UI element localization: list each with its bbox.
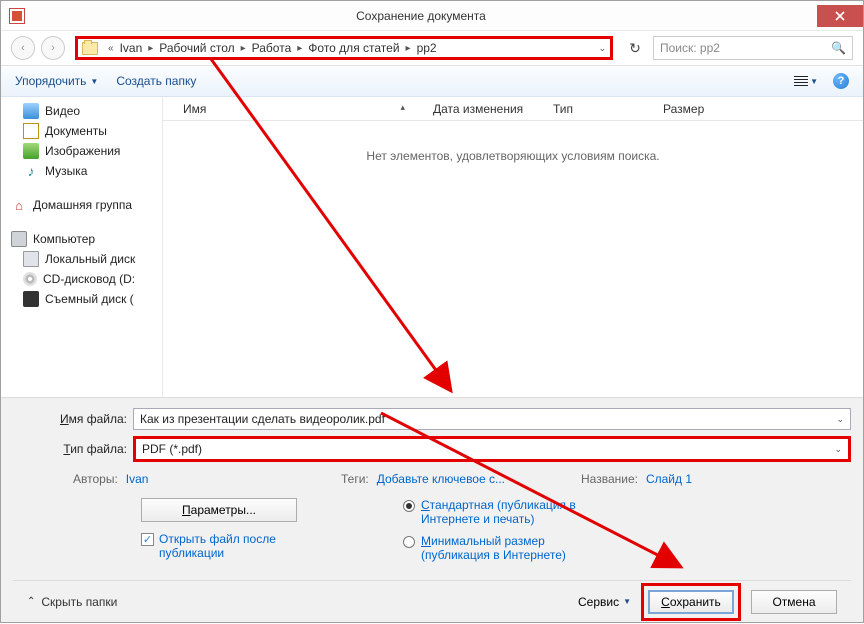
save-button[interactable]: Сохранить (648, 590, 734, 614)
optimize-minimal-radio[interactable] (403, 536, 415, 548)
open-after-label: Открыть файл после публикации (159, 532, 319, 560)
breadcrumb[interactable]: Фото для статей (306, 41, 401, 55)
filename-label: Имя файла: (13, 412, 133, 426)
empty-message: Нет элементов, удовлетворяющих условиям … (163, 121, 863, 163)
chevron-up-icon: ⌃ (27, 596, 35, 607)
organize-menu[interactable]: Упорядочить▼ (15, 74, 98, 88)
sort-icon: ▴ (400, 102, 413, 116)
music-icon: ♪ (23, 163, 39, 179)
open-after-checkbox[interactable]: ✓ (141, 533, 154, 546)
authors-label: Авторы: (73, 472, 118, 486)
chevron-down-icon[interactable]: ⌄ (834, 444, 842, 455)
service-menu[interactable]: Сервис ▼ (578, 595, 631, 609)
help-icon[interactable]: ? (833, 73, 849, 89)
crumb-sep: « (104, 43, 118, 54)
sidebar: Видео Документы Изображения ♪Музыка ⌂Дом… (1, 97, 163, 397)
breadcrumb[interactable]: Рабочий стол (157, 41, 236, 55)
sidebar-item-video[interactable]: Видео (1, 101, 162, 121)
back-button[interactable]: ‹ (11, 36, 35, 60)
image-icon (23, 143, 39, 159)
sidebar-item-cdrom[interactable]: CD-дисковод (D: (1, 269, 162, 289)
video-icon (23, 103, 39, 119)
tags-label: Теги: (341, 472, 369, 486)
tags-value[interactable]: Добавьте ключевое с... (377, 472, 505, 486)
view-mode-button[interactable]: ▼ (789, 73, 823, 89)
new-folder-button[interactable]: Создать папку (116, 74, 196, 88)
column-type[interactable]: Тип (543, 102, 653, 116)
forward-button[interactable]: › (41, 36, 65, 60)
address-dropdown-icon[interactable]: ⌄ (598, 43, 606, 54)
column-size[interactable]: Размер (653, 102, 743, 116)
column-headers: Имя▴ Дата изменения Тип Размер (163, 97, 863, 121)
filetype-select[interactable]: PDF (*.pdf)⌄ (133, 436, 851, 462)
folder-icon (82, 42, 98, 55)
refresh-button[interactable]: ↻ (623, 36, 647, 60)
options-button[interactable]: Параметры... (141, 498, 297, 522)
breadcrumb[interactable]: pp2 (415, 41, 439, 55)
sidebar-item-images[interactable]: Изображения (1, 141, 162, 161)
sidebar-item-documents[interactable]: Документы (1, 121, 162, 141)
sidebar-item-computer[interactable]: Компьютер (1, 229, 162, 249)
disk-icon (23, 251, 39, 267)
computer-icon (11, 231, 27, 247)
column-name[interactable]: Имя▴ (173, 102, 423, 116)
usb-icon (23, 291, 39, 307)
column-date[interactable]: Дата изменения (423, 102, 543, 116)
search-icon: 🔍 (831, 41, 846, 55)
optimize-minimal-label: Минимальный размер (публикация в Интерне… (421, 534, 581, 562)
cancel-button[interactable]: Отмена (751, 590, 837, 614)
sidebar-item-homegroup[interactable]: ⌂Домашняя группа (1, 195, 162, 215)
list-icon (794, 76, 808, 86)
hide-folders-toggle[interactable]: ⌃ Скрыть папки (27, 595, 117, 609)
search-input[interactable]: Поиск: pp2 🔍 (653, 36, 853, 60)
breadcrumb[interactable]: Ivan (118, 41, 145, 55)
homegroup-icon: ⌂ (11, 197, 27, 213)
authors-value[interactable]: Ivan (126, 472, 149, 486)
app-icon (9, 8, 25, 24)
close-button[interactable] (817, 5, 863, 27)
cd-icon (23, 272, 37, 286)
address-bar[interactable]: « Ivan ▸ Рабочий стол ▸ Работа ▸ Фото дл… (75, 36, 613, 60)
filetype-label: Тип файла: (13, 442, 133, 456)
window-title: Сохранение документа (25, 9, 817, 23)
doctitle-value[interactable]: Слайд 1 (646, 472, 692, 486)
breadcrumb[interactable]: Работа (250, 41, 294, 55)
sidebar-item-usb[interactable]: Съемный диск ( (1, 289, 162, 309)
optimize-standard-label: Стандартная (публикация в Интернете и пе… (421, 498, 581, 526)
chevron-down-icon[interactable]: ⌄ (836, 414, 844, 425)
filename-input[interactable]: Как из презентации сделать видеоролик.pd… (133, 408, 851, 430)
optimize-standard-radio[interactable] (403, 500, 415, 512)
sidebar-item-music[interactable]: ♪Музыка (1, 161, 162, 181)
document-icon (23, 123, 39, 139)
doctitle-label: Название: (581, 472, 638, 486)
sidebar-item-localdisk[interactable]: Локальный диск (1, 249, 162, 269)
